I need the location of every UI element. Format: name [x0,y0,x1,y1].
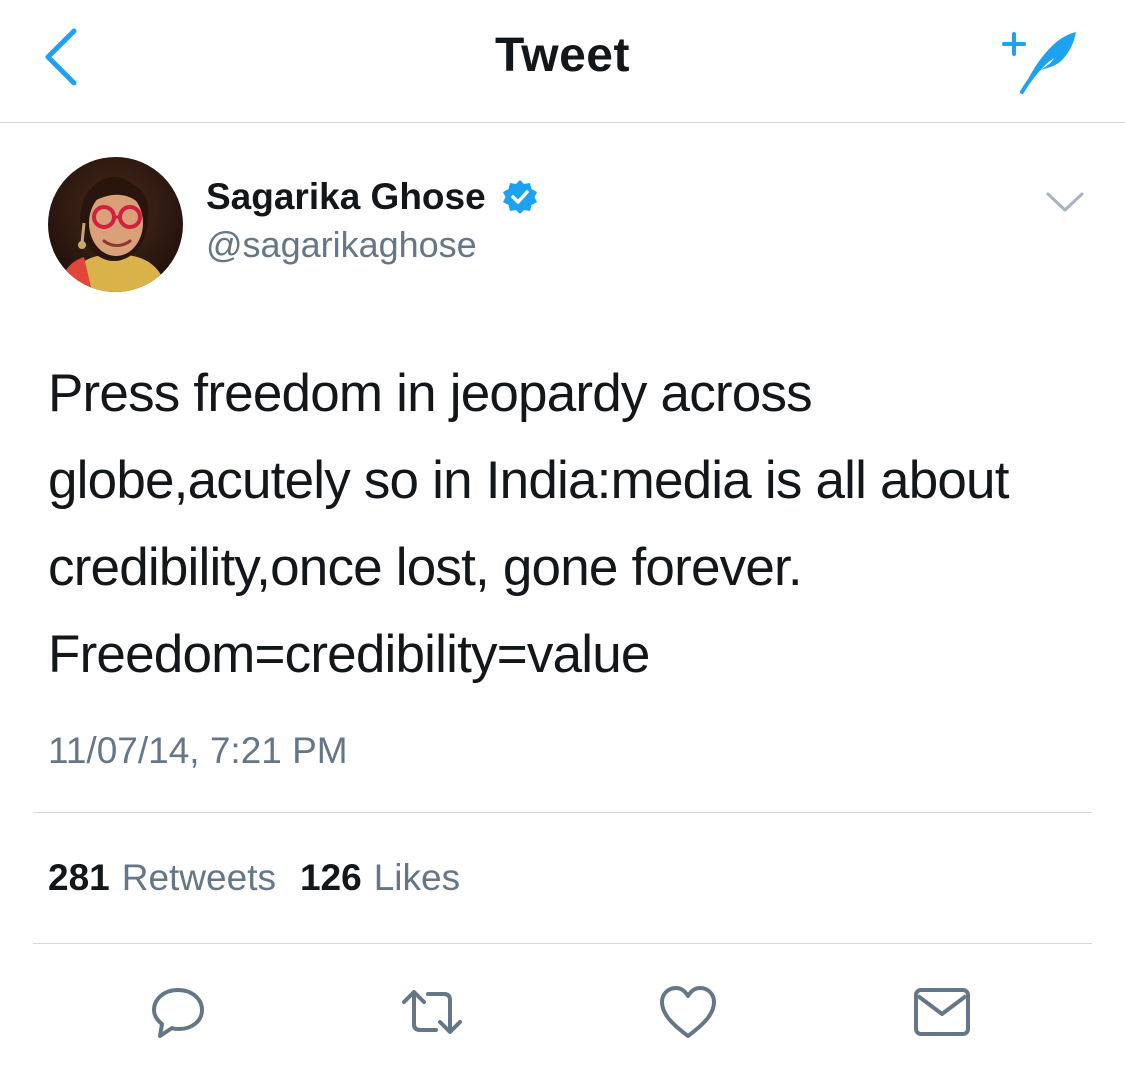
divider [33,812,1092,813]
retweet-button[interactable] [400,980,464,1044]
retweet-icon [402,990,462,1034]
retweets-label: Retweets [121,857,276,898]
reply-button[interactable] [146,980,210,1044]
retweets-stat[interactable]: 281 Retweets [48,857,276,899]
verified-badge-icon [502,179,538,215]
likes-count: 126 [299,857,362,898]
tweet-text-line: Freedom=credibility=value [48,625,650,684]
tweet-text-line: Press freedom in jeopardy across [48,364,813,423]
tweet-timestamp: 11/07/14, 7:21 PM [48,730,348,771]
chevron-down-icon [1046,192,1084,212]
likes-stat[interactable]: 126 Likes [300,857,460,899]
compose-tweet-feather-icon [1002,32,1076,94]
tweet-text: Press freedom in jeopardy across globe,a… [48,350,1108,698]
tweet-detail-screen: Tweet Sagarika Ghose @sagarikaghose Pres… [0,0,1125,1071]
compose-tweet-button[interactable] [995,22,1085,100]
profile-photo [48,157,183,292]
divider [33,943,1092,944]
share-envelope-icon [914,988,970,1036]
tweet-text-line: credibility,once lost, gone forever. [48,538,803,597]
retweets-count: 281 [48,857,110,898]
page-title: Tweet [495,29,630,82]
avatar[interactable] [48,157,183,292]
tweet-stats: 281 Retweets 126 Likes [48,857,460,899]
likes-label: Likes [373,857,461,898]
like-button[interactable] [656,980,720,1044]
share-button[interactable] [910,980,974,1044]
tweet-text-line: globe,acutely so in India:media is all a… [48,451,1009,510]
author-handle[interactable]: @sagarikaghose [206,224,477,266]
tweet-options-button[interactable] [1040,182,1090,222]
author-name[interactable]: Sagarika Ghose [206,176,538,218]
navigation-bar: Tweet [0,0,1125,123]
author-name-text: Sagarika Ghose [206,176,486,217]
reply-icon [152,988,204,1038]
like-heart-icon [660,986,716,1038]
